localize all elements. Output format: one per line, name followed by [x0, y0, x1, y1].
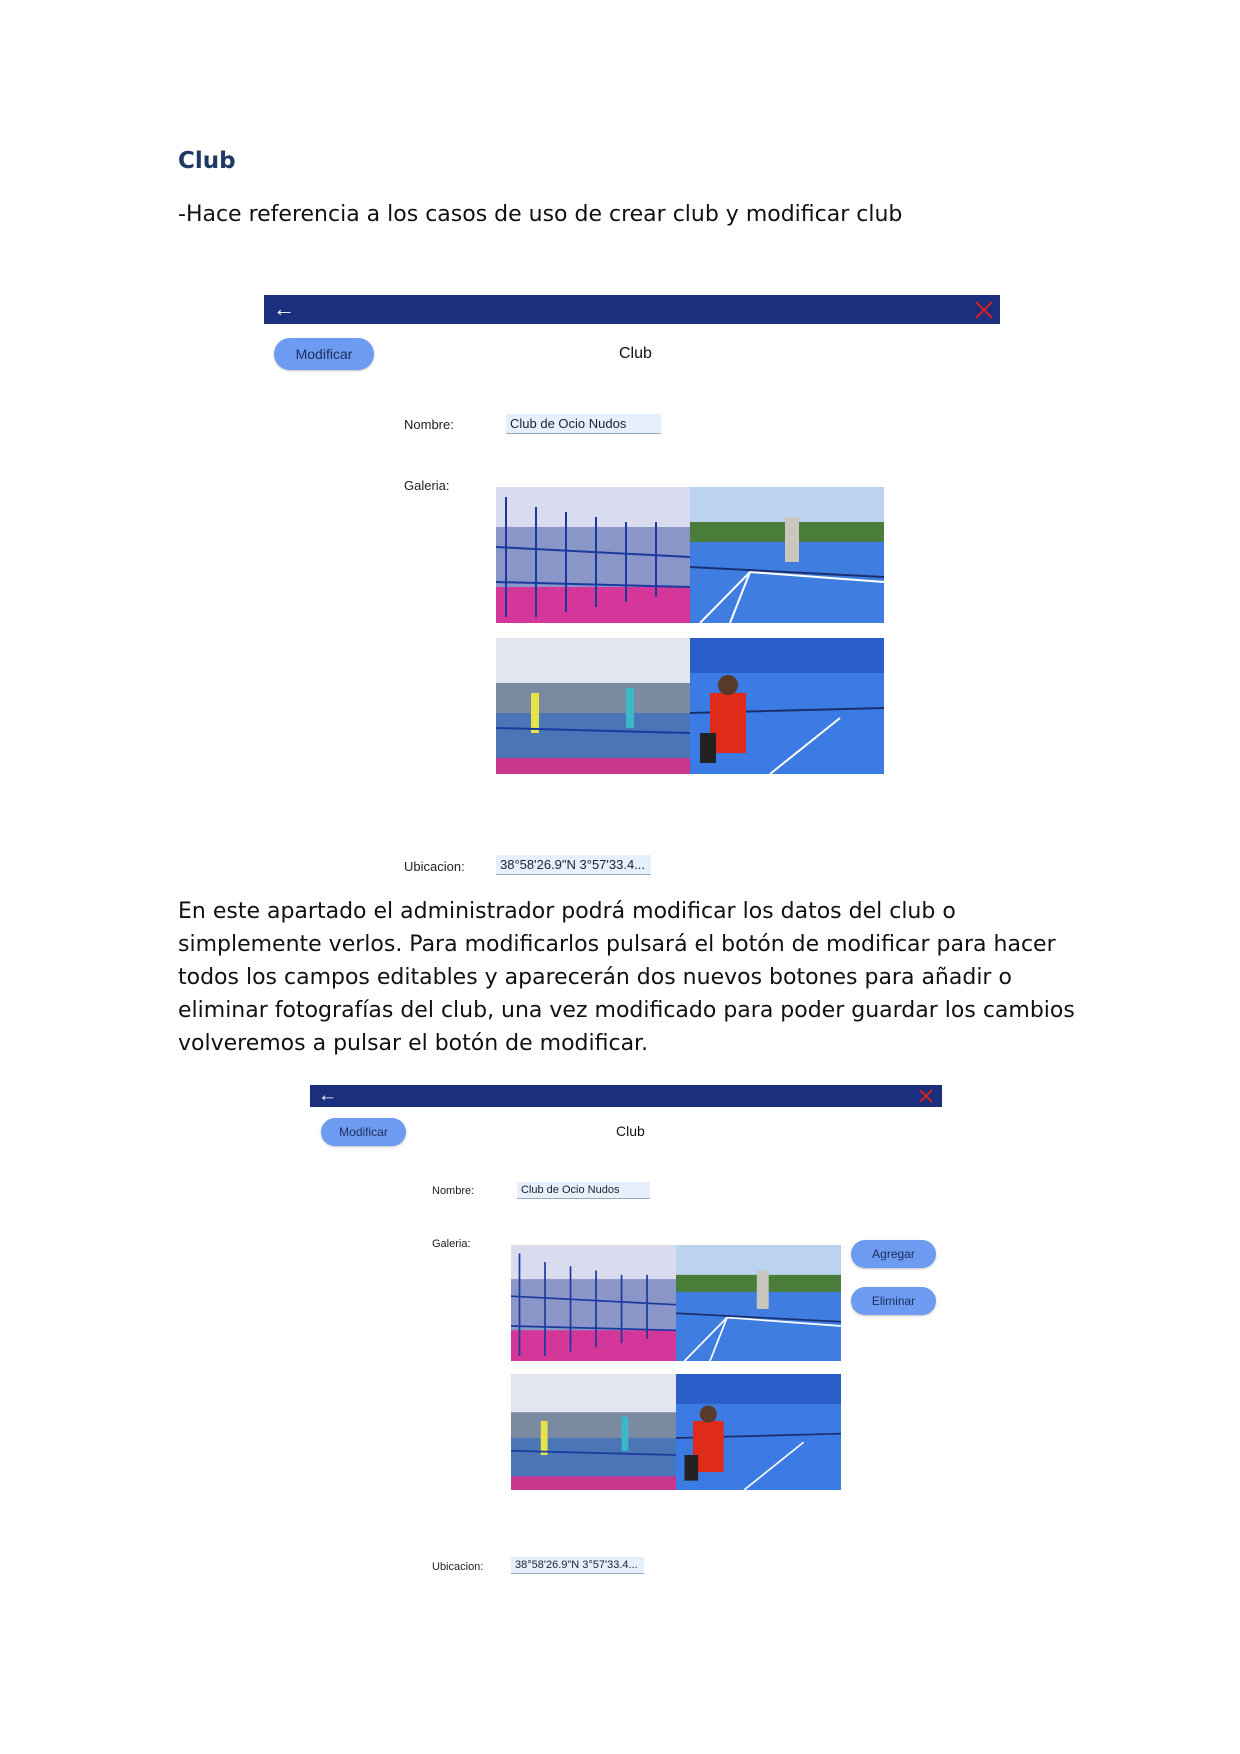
description-paragraph: En este apartado el administrador podrá … [178, 899, 1075, 1056]
title-bar [264, 295, 1000, 324]
screen-title: Club [616, 1123, 645, 1139]
back-arrow-icon[interactable]: ← [318, 1086, 337, 1105]
close-icon[interactable] [918, 1088, 934, 1104]
club-screen-edit: ← Modificar Club Nombre: Club de Ocio Nu… [310, 1085, 942, 1585]
gallery-photo-outdoor-courts[interactable] [676, 1245, 841, 1361]
screen-title: Club [619, 345, 652, 362]
name-field[interactable]: Club de Ocio Nudos [506, 414, 661, 434]
modify-button[interactable]: Modificar [321, 1118, 406, 1146]
add-photo-button[interactable]: Agregar [851, 1240, 936, 1268]
section-heading: Club [178, 148, 236, 174]
location-field[interactable]: 38°58'26.9"N 3°57'33.4... [511, 1557, 644, 1574]
name-label: Nombre: [432, 1185, 475, 1197]
back-arrow-icon[interactable]: ← [273, 298, 295, 320]
gallery-photo-outdoor-courts[interactable] [690, 487, 884, 623]
location-label: Ubicacion: [404, 859, 465, 874]
name-label: Nombre: [404, 417, 454, 432]
gallery-photo-indoor-players[interactable] [511, 1374, 676, 1490]
gallery-photo-player-red[interactable] [690, 638, 884, 774]
close-icon[interactable] [974, 300, 994, 320]
modify-button[interactable]: Modificar [274, 338, 374, 370]
location-field[interactable]: 38°58'26.9"N 3°57'33.4... [496, 855, 651, 875]
name-field[interactable]: Club de Ocio Nudos [517, 1182, 650, 1199]
gallery-photo-indoor-courts[interactable] [511, 1245, 676, 1361]
gallery-label: Galeria: [432, 1238, 471, 1250]
intro-text: -Hace referencia a los casos de uso de c… [178, 202, 903, 227]
location-label: Ubicacion: [432, 1561, 484, 1573]
gallery-photo-indoor-courts[interactable] [496, 487, 690, 623]
club-screen-view: ← Modificar Club Nombre: Club de Ocio Nu… [264, 295, 1000, 875]
gallery-label: Galeria: [404, 478, 450, 493]
title-bar [310, 1085, 942, 1107]
gallery-photo-indoor-players[interactable] [496, 638, 690, 774]
gallery-photo-player-red[interactable] [676, 1374, 841, 1490]
delete-photo-button[interactable]: Eliminar [851, 1287, 936, 1315]
